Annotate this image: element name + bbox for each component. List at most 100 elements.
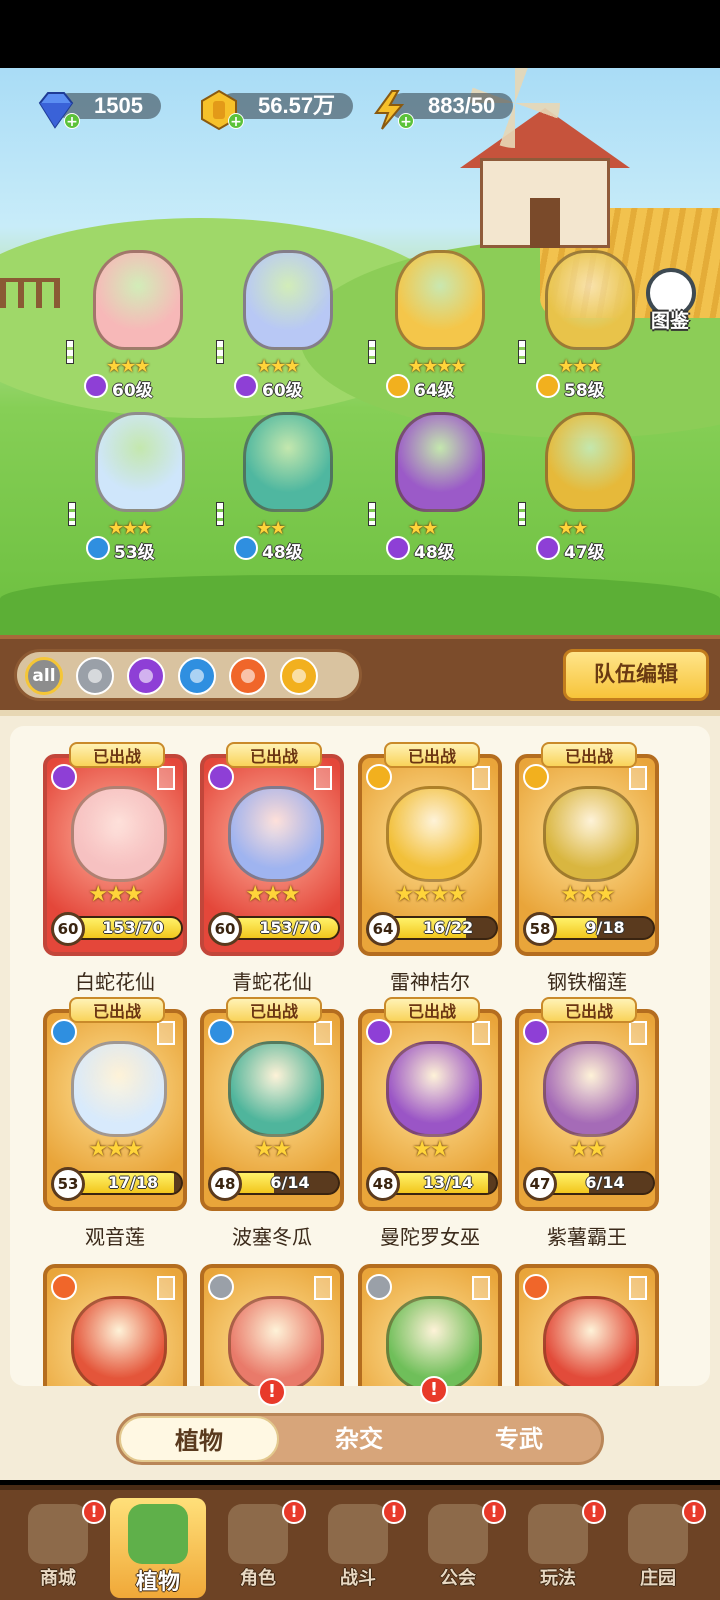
sword-icon	[88, 669, 102, 683]
poison-element-icon	[523, 1019, 549, 1045]
formation-slot[interactable]: ★★★★ 64级	[368, 250, 500, 401]
formation-shape-icon	[518, 340, 526, 364]
plant-card[interactable]	[43, 1264, 187, 1386]
gold-counter[interactable]: + 56.57万	[198, 89, 368, 131]
progress-text: 153/70	[259, 918, 321, 937]
plant-name: 雷神桔尔	[390, 970, 470, 994]
formation-slot[interactable]: ★★ 48级	[216, 412, 348, 563]
level-badge: 53	[51, 1167, 85, 1201]
plant-card[interactable]: ★★★ 9/18 58	[515, 754, 659, 956]
nav-plant[interactable]: 植物	[110, 1498, 206, 1598]
plant-card[interactable]	[358, 1264, 502, 1386]
progress-text: 153/70	[102, 918, 164, 937]
formation-shape-icon	[472, 766, 490, 790]
nav-guild[interactable]: 公会!	[410, 1498, 506, 1598]
lightning-element-icon	[366, 764, 392, 790]
tab-hybrid[interactable]: 杂交	[279, 1416, 439, 1462]
nav-shop[interactable]: 商城!	[10, 1498, 106, 1598]
battle-icon	[328, 1504, 388, 1564]
nav-label: 庄园	[640, 1568, 676, 1589]
plant-name: 紫薯霸王	[547, 1225, 627, 1249]
water-element-icon	[86, 536, 110, 560]
plant-card[interactable]: ★★★ 153/70 60	[200, 754, 344, 956]
plant-card[interactable]: ★★ 13/14 48	[358, 1009, 502, 1211]
plant-card[interactable]: ★★★ 153/70 60	[43, 754, 187, 956]
formation-slot[interactable]: ★★ 48级	[368, 412, 500, 563]
poison-element-icon	[234, 374, 258, 398]
star-rating: ★★	[254, 1137, 291, 1162]
plant-portrait	[543, 786, 639, 882]
nav-battle[interactable]: 战斗!	[310, 1498, 406, 1598]
lightning-element-icon	[523, 764, 549, 790]
plant-card[interactable]	[515, 1264, 659, 1386]
plant-card[interactable]: ★★★ 17/18 53	[43, 1009, 187, 1211]
filter-water[interactable]	[178, 657, 216, 695]
plant-card-grid[interactable]: ★★★ 153/70 60 已出战 白蛇花仙 ★★★ 153/70 60 已出战 青蛇花仙 ★★★★…	[10, 726, 710, 1386]
plant-card[interactable]: ★★ 6/14 47	[515, 1009, 659, 1211]
filter-all[interactable]: all	[25, 657, 63, 695]
nav-character[interactable]: 角色!	[210, 1498, 306, 1598]
plant-card[interactable]	[200, 1264, 344, 1386]
plant-name: 白蛇花仙	[75, 970, 155, 994]
star-rating: ★★★	[88, 1137, 143, 1162]
star-rating: ★★★	[245, 882, 300, 907]
water-element-icon	[51, 1019, 77, 1045]
grass	[0, 575, 720, 635]
plant-level: 47级	[564, 543, 605, 563]
formation-shape-icon	[629, 766, 647, 790]
plant-portrait	[543, 1296, 639, 1386]
formation-slot[interactable]: ★★★ 53级	[68, 412, 200, 563]
formation-slot[interactable]: ★★★ 58级	[518, 250, 650, 401]
guild-icon	[428, 1504, 488, 1564]
alert-badge: !	[582, 1500, 606, 1524]
hybrid-alert-badge: !	[258, 1378, 286, 1406]
add-diamond-button[interactable]: +	[64, 113, 80, 130]
formation-shape-icon	[368, 502, 376, 526]
team-edit-button[interactable]: 队伍编辑	[563, 649, 709, 701]
alert-badge: !	[482, 1500, 506, 1524]
filter-sword[interactable]	[76, 657, 114, 695]
plant-card[interactable]: ★★ 6/14 48	[200, 1009, 344, 1211]
formation-shape-icon	[629, 1276, 647, 1300]
nav-label: 角色	[240, 1568, 276, 1589]
formation-slot[interactable]: ★★ 47级	[518, 412, 650, 563]
filter-fire[interactable]	[229, 657, 267, 695]
filter-poison[interactable]	[127, 657, 165, 695]
tab-plants[interactable]: 植物	[119, 1416, 279, 1462]
star-rating: ★★★	[256, 356, 300, 377]
plant-sprite	[545, 250, 635, 350]
diamond-counter[interactable]: + 1505	[34, 89, 194, 130]
add-gold-button[interactable]: +	[228, 113, 244, 130]
star-rating: ★★★	[106, 356, 150, 377]
level-badge: 64	[366, 912, 400, 946]
formation-shape-icon	[518, 502, 526, 526]
energy-counter[interactable]: + 883/50	[368, 89, 538, 130]
star-rating: ★★★	[558, 356, 602, 377]
alert-badge: !	[682, 1500, 706, 1524]
lightning-icon	[292, 669, 306, 683]
filter-lightning[interactable]	[280, 657, 318, 695]
sword-element-icon	[366, 1274, 392, 1300]
formation-shape-icon	[68, 502, 76, 526]
plant-sprite	[93, 250, 183, 350]
alert-badge: !	[282, 1500, 306, 1524]
formation-slot[interactable]: ★★★ 60级	[66, 250, 198, 401]
star-rating: ★★★★	[408, 356, 467, 377]
add-energy-button[interactable]: +	[398, 113, 414, 130]
plant-list-panel: ★★★ 153/70 60 已出战 白蛇花仙 ★★★ 153/70 60 已出战 青蛇花仙 ★★★★…	[0, 710, 720, 1480]
level-badge: 48	[366, 1167, 400, 1201]
star-rating: ★★	[412, 1137, 449, 1162]
progress-text: 6/14	[585, 1173, 625, 1192]
tab-exclusive[interactable]: 专武	[439, 1416, 599, 1462]
shop-icon	[28, 1504, 88, 1564]
star-rating: ★★★	[560, 882, 615, 907]
nav-manor[interactable]: 庄园!	[610, 1498, 706, 1598]
water-icon	[190, 669, 204, 683]
alert-badge: !	[82, 1500, 106, 1524]
nav-gameplay[interactable]: 玩法!	[510, 1498, 606, 1598]
plant-card[interactable]: ★★★★ 16/22 64	[358, 754, 502, 956]
water-element-icon	[234, 536, 258, 560]
formation-slot[interactable]: ★★★ 60级	[216, 250, 348, 401]
formation-shape-icon	[157, 1276, 175, 1300]
nav-label: 战斗	[340, 1568, 376, 1589]
